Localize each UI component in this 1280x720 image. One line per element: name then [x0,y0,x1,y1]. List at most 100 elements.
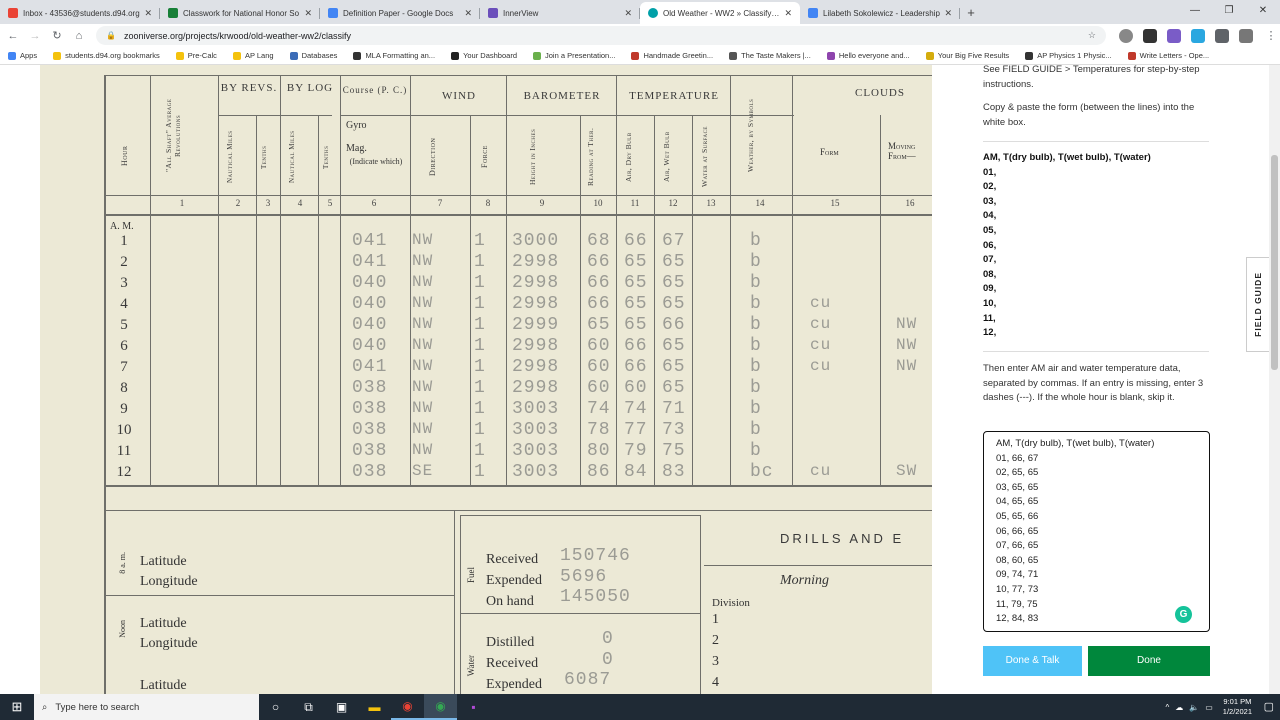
notifications-icon[interactable]: ▢ [1264,700,1274,713]
course-cell: 041 [352,252,388,272]
close-tab-icon[interactable]: ✕ [304,8,312,19]
chrome-icon[interactable]: ◉ [424,694,457,720]
bookmark-label: Hello everyone and... [838,51,910,60]
fuel-expended-value: 5696 [560,567,608,587]
tab-classroom[interactable]: Classwork for National Honor So ✕ [160,2,320,24]
bookmark[interactable]: Your Dashboard [451,51,517,60]
close-tab-icon[interactable]: ✕ [464,8,472,19]
battery-icon[interactable]: ▭ [1205,703,1213,712]
bookmark[interactable]: The Taste Makers |... [729,51,811,60]
answer-textarea[interactable]: AM, T(dry bulb), T(wet bulb), T(water) 0… [983,431,1210,632]
clouds-header: CLOUDS [854,87,905,99]
reading-cell: 60 [587,378,611,398]
bookmark[interactable]: students.d94.org bookmarks [53,51,160,60]
column-number: 2 [235,198,241,208]
bookmark[interactable]: Hello everyone and... [826,51,910,60]
dry-bulb-cell: 79 [624,441,648,461]
close-tab-icon[interactable]: ✕ [624,8,632,19]
star-icon[interactable]: ☆ [1088,30,1096,41]
extension-icon[interactable] [1143,28,1157,43]
chevron-up-icon[interactable]: ^ [1166,703,1170,712]
close-tab-icon[interactable]: ✕ [144,8,152,19]
tab-old-weather[interactable]: Old Weather - WW2 » Classify — ✕ [640,2,800,24]
scrollbar-thumb[interactable] [1271,155,1278,370]
column-number: 8 [485,198,491,208]
menu-icon[interactable]: ⋮ [1262,29,1280,42]
course-cell: 040 [352,294,388,314]
grammarly-icon[interactable]: G [1175,606,1192,623]
form-header: Form [820,147,839,157]
barometer-cell: 3003 [512,399,560,419]
extension-icon[interactable] [1119,28,1133,43]
bookmark[interactable]: Write Letters - Ope... [1127,51,1209,60]
chrome-icon[interactable]: ◉ [391,694,424,720]
back-icon[interactable]: ← [4,30,22,42]
app-icon[interactable]: ▪ [457,694,490,720]
puzzle-icon[interactable] [1215,28,1229,43]
bookmark-apps[interactable]: Apps [8,51,37,60]
morning-label: Morning [780,573,829,588]
new-tab-button[interactable]: + [960,2,982,24]
divider [983,351,1209,352]
volume-icon[interactable]: 🔈 [1189,703,1199,712]
bookmark[interactable]: Pre-Calc [175,51,217,60]
tab-innerview[interactable]: InnerView ✕ [480,2,640,24]
hour-header: Hour [120,145,129,167]
rule [104,75,932,76]
table-row: 8 038 NW 1 2998 60 60 65 b [40,378,932,399]
forward-icon[interactable]: → [26,30,44,42]
wind-force-cell: 1 [474,462,486,482]
network-icon[interactable]: ☁ [1175,703,1183,712]
bookmark[interactable]: Databases [289,51,338,60]
column-number: 6 [371,198,377,208]
home-icon[interactable]: ⌂ [70,30,88,42]
form-line: 07, [983,254,997,266]
done-and-talk-button[interactable]: Done & Talk [983,646,1082,676]
column-number: 12 [668,198,678,208]
bookmark[interactable]: Your Big Five Results [925,51,1009,60]
restore-icon[interactable]: ❐ [1212,0,1246,24]
cortana-icon[interactable]: ○ [259,694,292,720]
bookmark[interactable]: MLA Formatting an... [353,51,435,60]
windows-start-icon[interactable]: ⊞ [0,699,34,715]
rule [460,515,700,516]
bookmark[interactable]: Handmade Greetin... [631,51,713,60]
tab-docs[interactable]: Definition Paper - Google Docs ✕ [320,2,480,24]
url-text: zooniverse.org/projects/krwood/old-weath… [123,30,352,41]
bookmark[interactable]: Join a Presentation... [533,51,615,60]
bookmark-label: Databases [301,51,338,60]
scrollbar[interactable] [1269,65,1280,694]
logbook-image[interactable]: Hour "All Shaft" Average Revolutions BY … [40,65,932,694]
cloud-form-cell: cu [810,462,832,480]
extension-icon[interactable] [1191,28,1205,43]
bookmark[interactable]: AP Physics 1 Physic... [1025,51,1112,60]
dry-bulb-cell: 65 [624,294,648,314]
tab-leadership[interactable]: Lilabeth Sokolewicz - Leadership ✕ [800,2,960,24]
extension-icon[interactable] [1167,28,1181,43]
url-field[interactable]: 🔒 zooniverse.org/projects/krwood/old-weat… [96,26,1106,45]
by-revs-header: BY REVS. [220,82,278,94]
latitude-label: Latitude [140,616,187,631]
field-guide-tab[interactable]: FIELD GUIDE [1246,257,1269,352]
folder-icon [53,51,62,60]
answer-line: 09, 74, 71 [996,569,1039,581]
tab-gmail[interactable]: Inbox - 43536@students.d94.org ✕ [0,2,160,24]
file-explorer-icon[interactable]: ▬ [358,694,391,720]
bookmark[interactable]: AP Lang [232,51,274,60]
minimize-icon[interactable]: — [1178,0,1212,24]
store-icon[interactable]: ▣ [325,694,358,720]
close-tab-icon[interactable]: ✕ [784,8,792,19]
answer-line: 04, 65, 65 [996,496,1039,508]
pen-icon[interactable] [1239,28,1253,43]
reload-icon[interactable]: ↻ [48,29,66,42]
close-window-icon[interactable]: ✕ [1246,0,1280,24]
done-button[interactable]: Done [1088,646,1210,676]
task-view-icon[interactable]: ⧉ [292,694,325,720]
clock[interactable]: 9:01 PM 1/2/2021 [1223,697,1252,717]
close-tab-icon[interactable]: ✕ [944,8,952,19]
tenths-header: Tenths [322,145,330,169]
taskbar-search[interactable]: ⌕ Type here to search [34,694,259,720]
water-received-value: 0 [602,650,614,670]
table-row: 5 040 NW 1 2999 65 65 66 b cu NW [40,315,932,336]
wind-force-cell: 1 [474,273,486,293]
